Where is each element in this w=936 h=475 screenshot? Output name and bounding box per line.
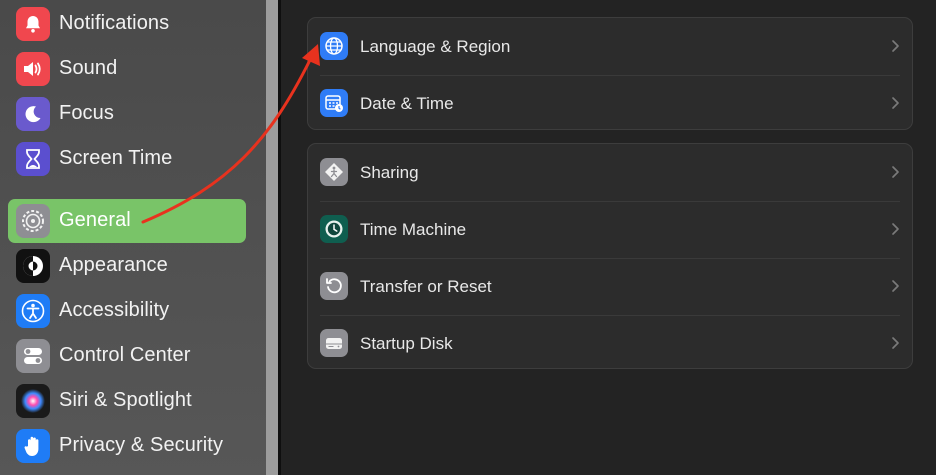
- hourglass-icon: [16, 142, 50, 176]
- sidebar-item-label: Notifications: [59, 12, 170, 34]
- sharing-icon: [320, 158, 348, 186]
- appearance-icon: [16, 249, 50, 283]
- chevron-right-icon: [892, 223, 899, 235]
- row-sharing[interactable]: Sharing: [308, 144, 912, 201]
- sidebar-item-label: Privacy & Security: [59, 434, 224, 456]
- row-transfer-reset[interactable]: Transfer or Reset: [308, 258, 912, 315]
- chevron-right-icon: [892, 97, 899, 109]
- bell-icon: [16, 7, 50, 41]
- sidebar-item-appearance[interactable]: Appearance: [8, 244, 246, 288]
- settings-group-system: Sharing Time Machine Transfer or Reset S…: [307, 143, 913, 369]
- siri-icon: [16, 384, 50, 418]
- row-label: Date & Time: [360, 94, 454, 113]
- disk-icon: [320, 329, 348, 357]
- sidebar-item-sound[interactable]: Sound: [8, 47, 246, 91]
- sidebar-item-siri-spotlight[interactable]: Siri & Spotlight: [8, 379, 246, 423]
- chevron-right-icon: [892, 337, 899, 349]
- calendar-clock-icon: [320, 89, 348, 117]
- sidebar: Notifications Sound Focus Screen Time Ge…: [0, 0, 266, 475]
- sidebar-item-label: Focus: [59, 102, 114, 124]
- row-label: Transfer or Reset: [360, 277, 492, 296]
- main-pane: Language & Region Date & Time Sharing Ti…: [281, 0, 936, 475]
- row-startup-disk[interactable]: Startup Disk: [308, 315, 912, 368]
- sidebar-item-label: General: [59, 209, 131, 231]
- accessibility-icon: [16, 294, 50, 328]
- sidebar-item-label: Screen Time: [59, 147, 173, 169]
- toggles-icon: [16, 339, 50, 373]
- row-time-machine[interactable]: Time Machine: [308, 201, 912, 258]
- sidebar-item-notifications[interactable]: Notifications: [8, 2, 246, 46]
- sidebar-item-screen-time[interactable]: Screen Time: [8, 137, 246, 181]
- chevron-right-icon: [892, 40, 899, 52]
- sidebar-item-label: Appearance: [59, 254, 168, 276]
- chevron-right-icon: [892, 280, 899, 292]
- row-label: Startup Disk: [360, 334, 453, 353]
- sidebar-item-focus[interactable]: Focus: [8, 92, 246, 136]
- chevron-right-icon: [892, 166, 899, 178]
- hand-icon: [16, 429, 50, 463]
- globe-icon: [320, 32, 348, 60]
- sidebar-item-label: Accessibility: [59, 299, 170, 321]
- row-label: Language & Region: [360, 37, 511, 56]
- sidebar-item-control-center[interactable]: Control Center: [8, 334, 246, 378]
- sidebar-item-general[interactable]: General: [8, 199, 246, 243]
- sidebar-item-privacy-security[interactable]: Privacy & Security: [8, 424, 246, 468]
- time-machine-icon: [320, 215, 348, 243]
- row-label: Sharing: [360, 163, 419, 182]
- sidebar-item-label: Sound: [59, 57, 118, 79]
- sidebar-item-accessibility[interactable]: Accessibility: [8, 289, 246, 333]
- speaker-icon: [16, 52, 50, 86]
- split-view-divider[interactable]: [266, 0, 278, 475]
- sidebar-item-label: Siri & Spotlight: [59, 389, 192, 411]
- gear-icon: [16, 204, 50, 238]
- row-language-region[interactable]: Language & Region: [308, 18, 912, 75]
- row-date-time[interactable]: Date & Time: [308, 75, 912, 129]
- moon-icon: [16, 97, 50, 131]
- reset-icon: [320, 272, 348, 300]
- sidebar-item-label: Control Center: [59, 344, 191, 366]
- settings-group-locale: Language & Region Date & Time: [307, 17, 913, 130]
- row-label: Time Machine: [360, 220, 467, 239]
